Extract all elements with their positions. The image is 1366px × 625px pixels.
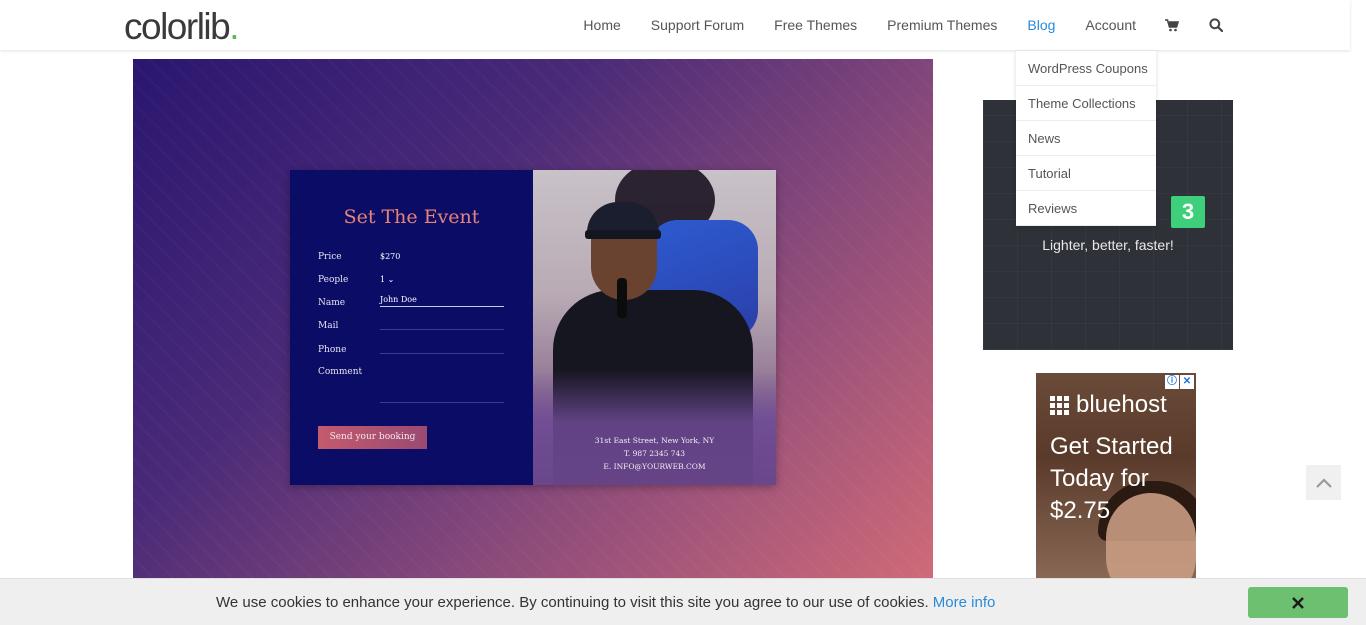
- cookie-consent-bar: We use cookies to enhance your experienc…: [0, 578, 1366, 625]
- price-label: Price: [318, 252, 342, 262]
- site-header: colorlib. Home Support Forum Free Themes…: [0, 0, 1350, 50]
- cart-icon[interactable]: [1164, 17, 1180, 33]
- bluehost-brand: bluehost: [1076, 391, 1167, 418]
- cookie-message-text: We use cookies to enhance your experienc…: [216, 594, 929, 611]
- nav-free-themes[interactable]: Free Themes: [774, 17, 857, 33]
- menu-item-news[interactable]: News: [1016, 121, 1156, 156]
- close-icon: [1292, 596, 1304, 609]
- chevron-up-icon: [1315, 477, 1332, 488]
- ad-headline: Get Started Today for $2.75: [1050, 433, 1173, 524]
- phone-line: T. 987 2345 743: [623, 449, 686, 458]
- people-label: People: [318, 275, 349, 285]
- ad-info-icon[interactable]: ⓘ: [1165, 375, 1179, 389]
- version-badge: 3: [1171, 196, 1205, 228]
- name-field-line: [380, 306, 504, 307]
- comment-field-line: [380, 402, 504, 403]
- price-value: $270: [380, 252, 401, 261]
- more-info-link[interactable]: More info: [933, 594, 996, 611]
- nav-support-forum[interactable]: Support Forum: [651, 17, 744, 33]
- send-booking-button: Send your booking: [318, 426, 427, 449]
- bluehost-grid-icon: [1050, 395, 1069, 415]
- menu-item-reviews[interactable]: Reviews: [1016, 191, 1156, 226]
- menu-item-theme-collections[interactable]: Theme Collections: [1016, 86, 1156, 121]
- menu-item-tutorial[interactable]: Tutorial: [1016, 156, 1156, 191]
- address-line: 31st East Street, New York, NY: [594, 436, 715, 445]
- photo-performer-cap-brim: [585, 230, 661, 239]
- name-value: John Doe: [380, 295, 417, 304]
- nav-home[interactable]: Home: [583, 17, 620, 33]
- event-booking-card: Set The Event Price $270 People 1 ⌄ Name…: [290, 170, 776, 485]
- cookie-message: We use cookies to enhance your experienc…: [216, 594, 995, 611]
- cookie-close-button[interactable]: [1248, 587, 1348, 618]
- scroll-to-top-button[interactable]: [1306, 465, 1341, 500]
- nav-blog[interactable]: Blog: [1027, 17, 1055, 33]
- menu-item-wordpress-coupons[interactable]: WordPress Coupons: [1016, 51, 1156, 86]
- ad-close-icon[interactable]: ✕: [1180, 375, 1194, 389]
- performer-photo: 31st East Street, New York, NY T. 987 23…: [533, 170, 776, 485]
- ad-choices: ⓘ ✕: [1165, 375, 1194, 389]
- bluehost-ad[interactable]: ⓘ ✕ bluehost Get Started Today for $2.75: [1036, 373, 1196, 583]
- phone-label: Phone: [318, 345, 347, 355]
- nav-premium-themes[interactable]: Premium Themes: [887, 17, 997, 33]
- people-select: 1 ⌄: [380, 275, 395, 284]
- main-nav: Home Support Forum Free Themes Premium T…: [553, 0, 1224, 50]
- phone-field-line: [380, 353, 504, 354]
- colorlib-logo[interactable]: colorlib.: [124, 6, 239, 48]
- logo-text: colorlib: [124, 6, 231, 47]
- comment-label: Comment: [318, 367, 363, 377]
- email-line: E. INFO@YOURWEB.COM: [603, 462, 706, 471]
- name-label: Name: [318, 298, 346, 308]
- bluehost-logo: bluehost: [1050, 391, 1167, 419]
- photo-microphone: [617, 278, 627, 318]
- search-icon[interactable]: [1208, 17, 1224, 33]
- logo-dot: .: [229, 6, 239, 47]
- mail-label: Mail: [318, 321, 339, 331]
- event-title: Set The Event: [343, 206, 480, 228]
- mail-field-line: [380, 329, 504, 330]
- featured-image: Set The Event Price $270 People 1 ⌄ Name…: [133, 59, 933, 579]
- banner-tagline: Lighter, better, faster!: [1042, 237, 1174, 253]
- booking-form-panel: Set The Event Price $270 People 1 ⌄ Name…: [290, 170, 533, 485]
- blog-dropdown-menu: WordPress Coupons Theme Collections News…: [1016, 51, 1156, 226]
- nav-account[interactable]: Account: [1085, 17, 1136, 33]
